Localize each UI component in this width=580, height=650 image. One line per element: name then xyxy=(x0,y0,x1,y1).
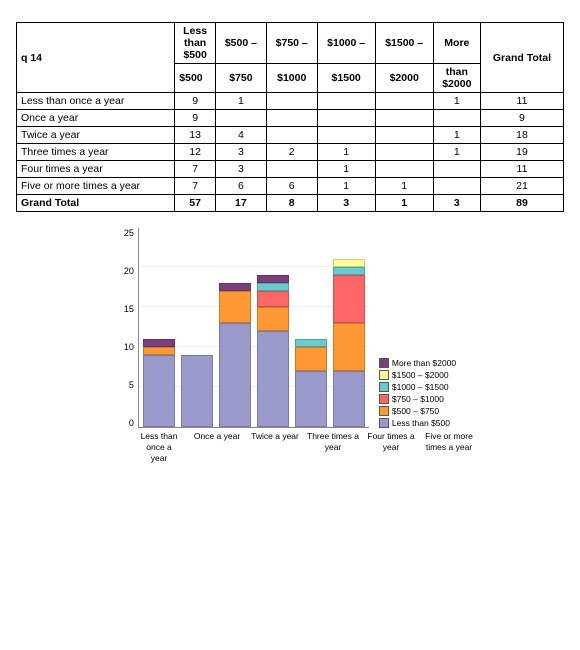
legend-item: $1500 – $2000 xyxy=(379,370,456,380)
legend-label: $1000 – $1500 xyxy=(392,382,449,392)
x-axis-label: Four times ayear xyxy=(365,431,417,464)
legend-label: $750 – $1000 xyxy=(392,394,444,404)
bar-segment xyxy=(295,371,327,427)
legend-color-box xyxy=(379,382,389,392)
bar-group xyxy=(333,259,365,427)
y-label-20: 20 xyxy=(124,266,134,276)
legend-label: Less than $500 xyxy=(392,418,450,428)
legend-label: More than $2000 xyxy=(392,358,456,368)
x-axis-label: Less than once ayear xyxy=(133,431,185,464)
bar-segment xyxy=(219,323,251,427)
bar-group xyxy=(143,339,175,427)
x-axis-label: Once a year xyxy=(191,431,243,464)
y-label-15: 15 xyxy=(124,304,134,314)
bar-segment xyxy=(219,291,251,323)
bar-group xyxy=(295,339,327,427)
bar-segment xyxy=(333,275,365,323)
legend-item: $1000 – $1500 xyxy=(379,382,456,392)
legend-item: $500 – $750 xyxy=(379,406,456,416)
bar-group xyxy=(257,275,289,427)
y-label-5: 5 xyxy=(129,380,134,390)
bar-segment xyxy=(257,291,289,307)
bar-segment xyxy=(143,355,175,427)
bar-segment xyxy=(333,259,365,267)
bar-segment xyxy=(295,347,327,371)
x-axis-label: Twice a year xyxy=(249,431,301,464)
bar-segment xyxy=(333,371,365,427)
legend-item: Less than $500 xyxy=(379,418,456,428)
bar-segment xyxy=(257,331,289,427)
bar-segment xyxy=(181,355,213,427)
legend-item: More than $2000 xyxy=(379,358,456,368)
legend-color-box xyxy=(379,370,389,380)
legend-item: $750 – $1000 xyxy=(379,394,456,404)
bar-segment xyxy=(257,283,289,291)
bar-segment xyxy=(143,347,175,355)
chart-legend: More than $2000 $1500 – $2000 $1000 – $150… xyxy=(379,358,456,428)
y-label-0: 0 xyxy=(129,418,134,428)
bar-segment xyxy=(219,283,251,291)
legend-color-box xyxy=(379,394,389,404)
pivot-table: q 14Lessthan$500$500 –$750 –$1000 –$1500… xyxy=(16,22,564,212)
x-axis-label: Three times ayear xyxy=(307,431,359,464)
y-label-10: 10 xyxy=(124,342,134,352)
x-axis-label: Five or moretimes a year xyxy=(423,431,475,464)
y-label-25: 25 xyxy=(124,228,134,238)
bar-segment xyxy=(333,267,365,275)
legend-color-box xyxy=(379,406,389,416)
bar-segment xyxy=(333,323,365,371)
legend-color-box xyxy=(379,418,389,428)
bar-group xyxy=(181,355,213,427)
bar-segment xyxy=(257,307,289,331)
bar-group xyxy=(219,283,251,427)
legend-label: $1500 – $2000 xyxy=(392,370,449,380)
bar-segment xyxy=(257,275,289,283)
legend-label: $500 – $750 xyxy=(392,406,439,416)
bar-segment xyxy=(295,339,327,347)
bar-segment xyxy=(143,339,175,347)
legend-color-box xyxy=(379,358,389,368)
